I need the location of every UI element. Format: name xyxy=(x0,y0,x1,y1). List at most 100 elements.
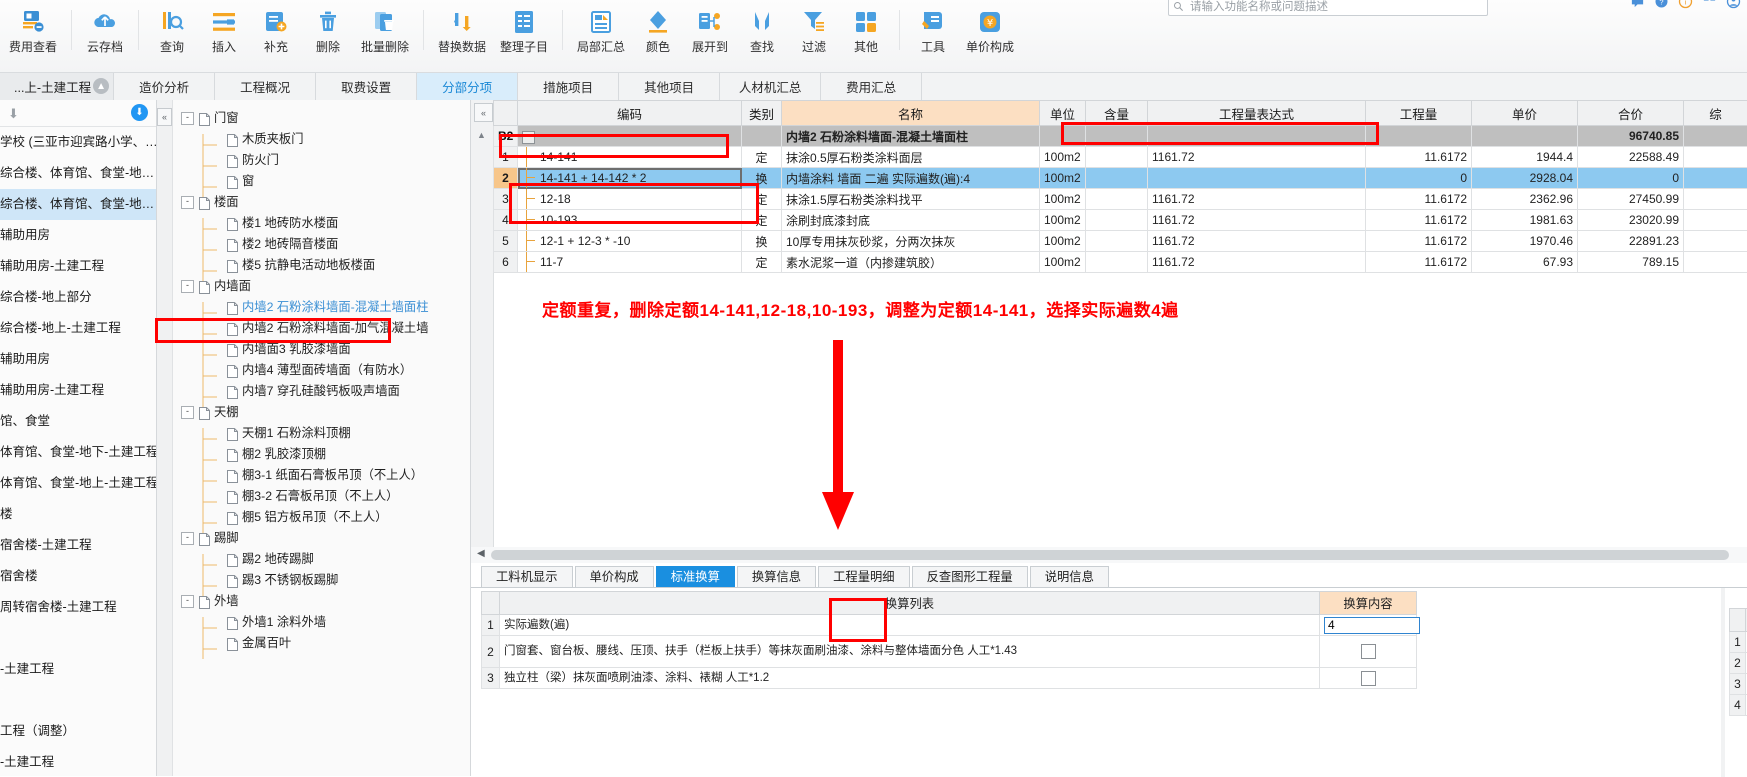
header-quantity[interactable]: 工程量 xyxy=(1366,101,1472,126)
tab-document[interactable]: ...上-土建工程 ▲ xyxy=(0,73,114,100)
global-search[interactable] xyxy=(1168,0,1488,16)
tab-6[interactable]: 人材机汇总 xyxy=(720,73,821,100)
coefficient-row[interactable]: 2材料1 xyxy=(1730,653,1747,674)
info-icon[interactable]: i xyxy=(1678,0,1693,9)
row-code[interactable]: 12-1 + 12-3 * -10 xyxy=(518,231,742,252)
item-tree-node-1[interactable]: 木质夹板门 xyxy=(175,129,470,150)
help-bubble-icon[interactable]: ? xyxy=(1654,0,1669,9)
item-tree-node-22[interactable]: 踢3 不锈钢板踢脚 xyxy=(175,570,470,591)
conversion-row[interactable]: 3独立柱（梁）抹灰面喷刷油漆、涂料、裱糊 人工*1.2 xyxy=(482,668,1417,689)
tab-3[interactable]: 分部分项 xyxy=(417,73,518,100)
arrow-down-icon[interactable]: ⬇ xyxy=(8,106,19,122)
tab-1[interactable]: 工程概况 xyxy=(215,73,316,100)
conv-header-content[interactable]: 换算内容 xyxy=(1320,592,1417,615)
project-tree-item-18[interactable] xyxy=(0,685,156,716)
row-code[interactable]: 11-7 xyxy=(518,252,742,273)
table-row[interactable]: 611-7定素水泥浆一道（内掺建筑胶）100m21161.7211.617267… xyxy=(494,252,1747,273)
project-tree-item-15[interactable]: 周转宿舍楼-土建工程 xyxy=(0,592,156,623)
collapse-icon[interactable]: « xyxy=(474,103,493,122)
expander-icon[interactable]: - xyxy=(181,280,194,293)
tool-filter[interactable]: 过滤 xyxy=(788,8,840,55)
item-tree-node-23[interactable]: -外墙 xyxy=(175,591,470,612)
header-expression[interactable]: 工程量表达式 xyxy=(1148,101,1366,126)
item-tree-node-0[interactable]: -门窗 xyxy=(175,108,470,129)
header-amount[interactable]: 合价 xyxy=(1578,101,1684,126)
item-tree-node-25[interactable]: 金属百叶 xyxy=(175,633,470,654)
row-expression[interactable] xyxy=(1148,168,1366,189)
table-row[interactable]: 114-141定抹涂0.5厚石粉类涂料面层100m21161.7211.6172… xyxy=(494,147,1747,168)
row-expression[interactable]: 1161.72 xyxy=(1148,189,1366,210)
expander-icon[interactable]: - xyxy=(522,131,535,144)
scrollbar-thumb[interactable] xyxy=(491,550,1729,560)
tool-query[interactable]: 查询 xyxy=(146,8,198,55)
row-code[interactable]: 14-141 + 14-142 * 2 xyxy=(518,168,742,189)
horizontal-scrollbar[interactable]: ◀ xyxy=(471,547,1747,563)
tool-expand-to[interactable]: 展开到 xyxy=(684,8,736,55)
row-name[interactable]: 素水泥浆一道（内掺建筑胶） xyxy=(782,252,1040,273)
item-tree-node-21[interactable]: 踢2 地砖踢脚 xyxy=(175,549,470,570)
project-tree-item-2[interactable]: 综合楼、体育馆、食堂-地… xyxy=(0,189,156,220)
detail-tab-3[interactable]: 换算信息 xyxy=(737,566,816,588)
item-tree-node-13[interactable]: 内墙7 穿孔硅酸钙板吸声墙面 xyxy=(175,381,470,402)
header-unit[interactable]: 单位 xyxy=(1040,101,1086,126)
item-tree-node-17[interactable]: 棚3-1 纸面石膏板吊顶（不上人） xyxy=(175,465,470,486)
header-unitprice[interactable]: 单价 xyxy=(1472,101,1578,126)
table-row[interactable]: 214-141 + 14-142 * 2换内墙涂料 墙面 二遍 实际遍数(遍):… xyxy=(494,168,1747,189)
tool-batch-delete[interactable]: 批量删除 xyxy=(354,8,416,55)
item-tree-collapse-strip[interactable]: « xyxy=(157,100,173,776)
header-name[interactable]: 名称 xyxy=(782,101,1040,126)
project-tree-item-13[interactable]: 宿舍楼-土建工程 xyxy=(0,530,156,561)
expander-icon[interactable]: - xyxy=(181,112,194,125)
item-tree-node-14[interactable]: -天棚 xyxy=(175,402,470,423)
tool-tools[interactable]: 工具 xyxy=(907,8,959,55)
tab-0[interactable]: 造价分析 xyxy=(114,73,215,100)
item-tree-node-19[interactable]: 棚5 铝方板吊顶（不上人） xyxy=(175,507,470,528)
coefficient-row[interactable]: 1人工1 xyxy=(1730,632,1747,653)
item-tree-node-5[interactable]: 楼1 地砖防水楼面 xyxy=(175,213,470,234)
header-content[interactable]: 含量 xyxy=(1086,101,1148,126)
row-name[interactable]: 抹涂1.5厚石粉类涂料找平 xyxy=(782,189,1040,210)
tool-cost-view[interactable]: 费用查看 xyxy=(2,8,64,55)
detail-tab-2[interactable]: 标准换算 xyxy=(656,566,735,588)
scroll-up-icon[interactable]: ▲ xyxy=(477,130,486,140)
tool-delete[interactable]: 删除 xyxy=(302,8,354,55)
item-tree-node-9[interactable]: 内墙2 石粉涂料墙面-混凝土墙面柱 xyxy=(175,297,470,318)
tool-partial-summary[interactable]: 局部汇总 xyxy=(570,8,632,55)
user-icon[interactable] xyxy=(1726,0,1741,9)
item-tree-panel[interactable]: « -门窗木质夹板门防火门窗-楼面楼1 地砖防水楼面楼2 地砖隔音楼面楼5 抗静… xyxy=(157,100,471,776)
tab-5[interactable]: 其他项目 xyxy=(619,73,720,100)
table-row[interactable]: 312-18定抹涂1.5厚石粉类涂料找平100m21161.7211.61722… xyxy=(494,189,1747,210)
item-tree-node-10[interactable]: 内墙2 石粉涂料墙面-加气混凝土墙 xyxy=(175,318,470,339)
project-tree-item-3[interactable]: 辅助用房 xyxy=(0,220,156,251)
row-expression[interactable]: 1161.72 xyxy=(1148,147,1366,168)
item-tree-node-12[interactable]: 内墙4 薄型面砖墙面（有防水） xyxy=(175,360,470,381)
detail-tab-1[interactable]: 单价构成 xyxy=(575,566,654,588)
header-code[interactable]: 编码 xyxy=(518,101,742,126)
row-name[interactable]: 内墙涂料 墙面 二遍 实际遍数(遍):4 xyxy=(782,168,1040,189)
conversion-value-cell[interactable] xyxy=(1320,615,1417,636)
message-icon[interactable] xyxy=(1630,0,1645,9)
project-tree-item-1[interactable]: 综合楼、体育馆、食堂-地… xyxy=(0,158,156,189)
tool-unit-price-composition[interactable]: ¥ 单价构成 xyxy=(959,8,1021,55)
chevron-up-icon[interactable]: ▲ xyxy=(93,78,109,94)
row-name[interactable]: 涂刷封底漆封底 xyxy=(782,210,1040,231)
item-tree-node-11[interactable]: 内墙面3 乳胶漆墙面 xyxy=(175,339,470,360)
item-tree-node-4[interactable]: -楼面 xyxy=(175,192,470,213)
tool-organize-items[interactable]: 整理子目 xyxy=(493,8,555,55)
row-code[interactable]: 10-193 xyxy=(518,210,742,231)
item-tree-node-15[interactable]: 天棚1 石粉涂料顶棚 xyxy=(175,423,470,444)
row-code[interactable]: 12-18 xyxy=(518,189,742,210)
table-row[interactable]: 410-193定涂刷封底漆封底100m21161.7211.61721981.6… xyxy=(494,210,1747,231)
project-tree-item-0[interactable]: 学校 (三亚市迎宾路小学、… xyxy=(0,127,156,158)
conversion-row[interactable]: 1实际遍数(遍) xyxy=(482,615,1417,636)
scroll-left-icon[interactable]: ◀ xyxy=(477,548,485,559)
expander-icon[interactable]: - xyxy=(181,595,194,608)
coefficient-row[interactable]: 3机械1 xyxy=(1730,674,1747,695)
project-tree-item-5[interactable]: 综合楼-地上部分 xyxy=(0,282,156,313)
search-input[interactable] xyxy=(1188,0,1483,13)
conversion-value-cell[interactable] xyxy=(1320,668,1417,689)
download-circle-icon[interactable]: ⬇ xyxy=(131,104,148,121)
detail-tab-5[interactable]: 反查图形工程量 xyxy=(912,566,1028,588)
row-name[interactable]: 抹涂0.5厚石粉类涂料面层 xyxy=(782,147,1040,168)
project-tree-item-10[interactable]: 体育馆、食堂-地下-土建工程 xyxy=(0,437,156,468)
